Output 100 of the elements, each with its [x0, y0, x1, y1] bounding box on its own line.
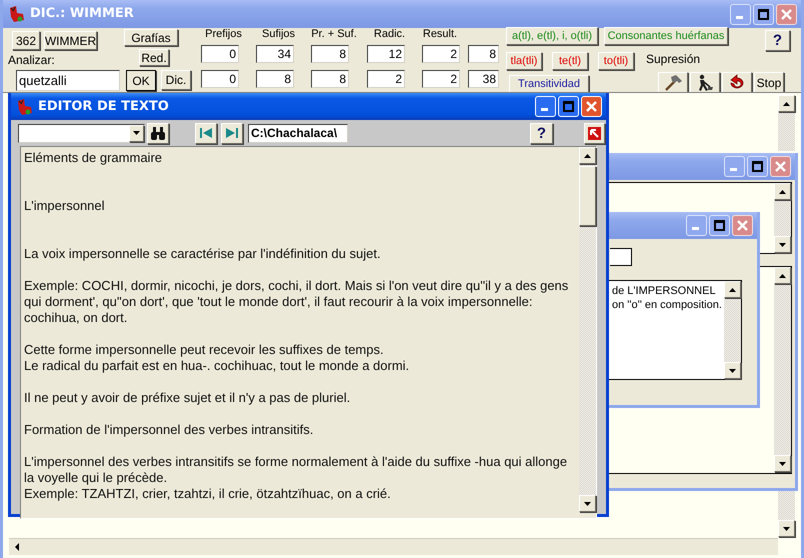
scrollbar[interactable] [774, 267, 791, 472]
maximize-button[interactable] [709, 215, 730, 236]
search-dropdown[interactable] [18, 124, 145, 142]
syllable-button[interactable]: a(tl), e(tl), i, o(tli) [506, 27, 598, 45]
count-field[interactable]: 2 [367, 70, 405, 88]
close-icon [780, 8, 793, 20]
graphies-button[interactable]: Grafías [124, 29, 178, 46]
scroll-up-button[interactable] [774, 267, 791, 284]
close-icon [585, 100, 598, 113]
scroll-down-button[interactable] [774, 455, 791, 472]
down-arrow-icon [584, 502, 591, 506]
count-field[interactable]: 8 [256, 70, 294, 88]
paragraph-text: Formation de l'impersonnel des verbes intransitifs. [24, 422, 314, 438]
text-line: de L'IMPERSONNEL [612, 284, 717, 298]
up-arrow-icon [584, 154, 591, 158]
close-document-button[interactable] [584, 122, 605, 144]
search-button[interactable] [147, 122, 169, 144]
count-field[interactable]: 8 [311, 70, 349, 88]
scrollbar[interactable] [579, 147, 596, 512]
scroll-left-icon [15, 543, 19, 551]
count-column-label: Pr. + Suf. [311, 29, 357, 42]
scroll-up-button[interactable] [724, 281, 741, 298]
scrollbar[interactable] [774, 183, 791, 253]
dropdown-arrow-icon [133, 131, 140, 135]
count-field[interactable]: 0 [201, 45, 239, 63]
count-field[interactable]: 38 [468, 70, 499, 88]
count-field[interactable]: 2 [422, 70, 460, 88]
paragraph-text: Il ne peut y avoir de préfixe sujet et il n'y a pas de pluriel. [24, 390, 350, 406]
analyze-input[interactable]: quetzalli [16, 70, 120, 91]
up-arrow-icon [779, 274, 786, 278]
down-arrow-icon [779, 462, 786, 466]
horizontal-scrollbar[interactable] [9, 538, 778, 555]
paragraph-text: Exemple: COCHI, dormir, nicochi, je dors, cochi, il dort. Mais si l'on veut dire qu''il y a des gens qui dorment', qu''on dort', que 'tout le monde dort', il faut recourir à la voix impersonnelle: cochihua, on dort. [24, 278, 568, 326]
path-field[interactable]: C:\Chachalaca\ [248, 124, 348, 142]
down-arrow-icon [783, 526, 790, 530]
analyze-label: Analizar: [8, 54, 56, 66]
down-arrow-icon [729, 368, 736, 372]
last-page-button[interactable] [221, 122, 243, 144]
scroll-down-button[interactable] [774, 236, 791, 253]
window-title: EDITOR DE TEXTO [38, 98, 169, 116]
first-page-button[interactable] [195, 122, 217, 144]
syllable-button[interactable]: tla(tli) [506, 52, 542, 70]
scroll-up-button[interactable] [579, 147, 596, 164]
text-field[interactable] [610, 248, 632, 266]
stop-button[interactable]: Stop [754, 72, 784, 94]
tool-button[interactable] [690, 72, 720, 94]
syllable-button[interactable]: te(tl) [552, 52, 588, 70]
app-icon [16, 98, 34, 116]
syllable-button[interactable]: Transitividad [509, 75, 589, 93]
scrollbar[interactable] [778, 491, 795, 537]
scrollbar[interactable] [724, 281, 741, 379]
count-field[interactable]: 8 [468, 45, 499, 63]
scroll-up-button[interactable] [774, 183, 791, 200]
scrollbar[interactable] [778, 95, 795, 151]
count-column-label: Result. [422, 29, 458, 42]
count-field[interactable]: 2 [422, 45, 460, 63]
count-button[interactable]: 362 [12, 31, 40, 50]
paragraph-text: La voix impersonnelle se caractérise par l'indéfinition du sujet. [24, 246, 381, 262]
hammer-icon [663, 74, 683, 92]
close-icon [736, 219, 749, 232]
paragraph-text: Cette forme impersonnelle peut recevoir les suffixes de temps. Le radical du parfait est en hua-. cochihuac, tout le monde a dormi. [24, 342, 410, 374]
tool-button[interactable] [722, 72, 752, 94]
scroll-thumb[interactable] [579, 166, 596, 226]
heading-text: L'impersonnel [24, 198, 105, 214]
up-arrow-icon [779, 190, 786, 194]
skip-back-icon [200, 128, 212, 138]
scroll-down-button[interactable] [778, 520, 795, 537]
up-arrow-icon [729, 288, 736, 292]
maximize-button[interactable] [753, 4, 774, 24]
text-line: on ''o'' en composition. [612, 298, 723, 312]
reduce-button[interactable]: Red. [139, 49, 169, 66]
up-arrow-icon [783, 102, 790, 106]
maximize-button[interactable] [747, 156, 768, 177]
binoculars-icon [150, 126, 166, 140]
scroll-up-button[interactable] [778, 95, 795, 112]
count-column-label: Radic. [374, 29, 406, 42]
count-field[interactable]: 34 [256, 45, 294, 63]
count-field[interactable]: 8 [311, 45, 349, 63]
heading-text: Eléments de grammaire [24, 150, 162, 166]
help-button[interactable]: ? [765, 30, 790, 51]
tool-button[interactable] [658, 72, 688, 94]
paragraph-text: L'impersonnel des verbes intransitifs se forme normalement à l'aide du suffixe -hua qui allonge la voyelle qui le précède. Exemple: TZAHTZI, crier, tzahtzi, il crie, ötzahtzïhuac, on a crié. [24, 454, 568, 502]
dic-button[interactable]: Dic. [161, 70, 191, 90]
text-area[interactable] [20, 146, 597, 519]
ok-button[interactable]: OK [126, 70, 156, 91]
count-field[interactable]: 12 [367, 45, 405, 63]
count-field[interactable]: 0 [201, 70, 239, 88]
count-column-label: Prefijos [205, 29, 242, 42]
close-icon [774, 160, 787, 173]
help-button[interactable]: ? [530, 122, 553, 144]
orphan-consonants-button[interactable]: Consonantes huérfanas [604, 27, 728, 45]
skip-forward-icon [226, 128, 238, 138]
scroll-down-button[interactable] [579, 495, 596, 512]
scroll-down-button[interactable] [724, 362, 741, 379]
suppression-label: Supresión [646, 53, 700, 65]
dictionary-button[interactable]: WIMMER [44, 31, 97, 50]
syllable-button[interactable]: to(tli) [598, 52, 634, 70]
down-arrow-icon [779, 242, 786, 246]
window-title: DIC.: WIMMER [30, 5, 134, 24]
arrow-icon [588, 126, 601, 140]
